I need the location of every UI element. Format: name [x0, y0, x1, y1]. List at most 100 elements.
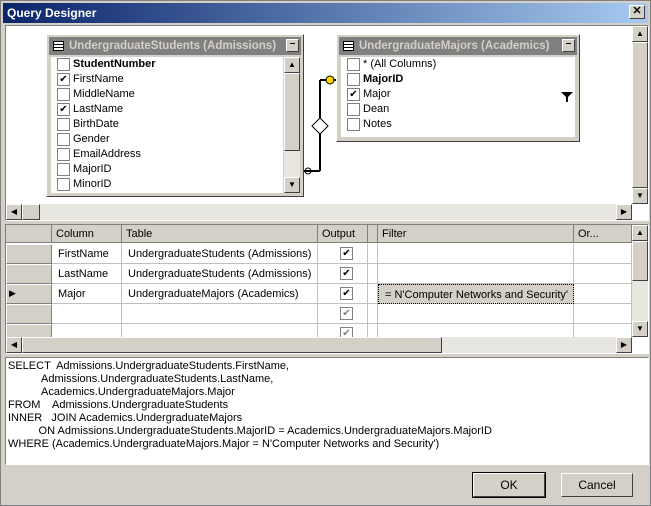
cancel-button[interactable]: Cancel — [561, 473, 633, 497]
column-checkbox[interactable] — [347, 118, 360, 131]
table-undergraduate-majors[interactable]: UndergraduateMajors (Academics) – * (All… — [336, 34, 580, 142]
output-checkbox[interactable] — [340, 247, 353, 260]
grid-hscrollbar[interactable]: ◀ ▶ — [6, 337, 632, 353]
scroll-up-button[interactable]: ▲ — [284, 57, 300, 73]
scroll-right-button[interactable]: ▶ — [616, 337, 632, 353]
column-header-output[interactable]: Output — [318, 225, 368, 243]
column-checkbox[interactable] — [57, 148, 70, 161]
diagram-pane[interactable]: UndergraduateStudents (Admissions) – Stu… — [5, 25, 649, 221]
scroll-down-button[interactable]: ▼ — [632, 188, 648, 204]
sql-pane[interactable]: SELECT Admissions.UndergraduateStudents.… — [5, 357, 649, 465]
cell-column[interactable]: FirstName — [52, 244, 122, 264]
cell-filter[interactable] — [378, 244, 574, 264]
grid-vscrollbar[interactable]: ▲ ▼ — [632, 225, 648, 337]
column-checkbox[interactable] — [57, 88, 70, 101]
row-header[interactable] — [6, 304, 52, 324]
sql-line: Academics.UndergraduateMajors.Major — [8, 386, 235, 398]
cell-table[interactable] — [122, 304, 318, 324]
column-checkbox[interactable] — [347, 58, 360, 71]
diagram-vscrollbar[interactable]: ▲ ▼ — [632, 26, 648, 204]
column-item[interactable]: MajorID — [51, 162, 283, 177]
column-header-filter[interactable]: Filter — [378, 225, 574, 243]
column-item[interactable]: MinorID — [51, 177, 283, 192]
scroll-thumb[interactable] — [22, 337, 442, 353]
join-line[interactable] — [302, 66, 338, 176]
cell-spacer — [368, 304, 378, 324]
scroll-left-button[interactable]: ◀ — [6, 204, 22, 220]
cell-output[interactable] — [318, 264, 368, 284]
column-item[interactable]: MajorID — [341, 72, 575, 87]
cell-filter[interactable] — [378, 264, 574, 284]
column-item[interactable]: Major — [341, 87, 575, 102]
column-item[interactable]: StudentNumber — [51, 57, 283, 72]
scroll-up-button[interactable]: ▲ — [632, 225, 648, 241]
column-header-spacer — [368, 225, 378, 243]
cell-output[interactable] — [318, 304, 368, 324]
table-undergraduate-students[interactable]: UndergraduateStudents (Admissions) – Stu… — [46, 34, 304, 197]
row-header[interactable]: ▶ — [6, 284, 52, 304]
column-checkbox[interactable] — [347, 103, 360, 116]
cell-output[interactable] — [318, 284, 368, 304]
column-item[interactable]: BirthDate — [51, 117, 283, 132]
cell-table[interactable]: UndergraduateStudents (Admissions) — [122, 264, 318, 284]
scroll-right-button[interactable]: ▶ — [616, 204, 632, 220]
scroll-down-button[interactable]: ▼ — [632, 321, 648, 337]
cell-or[interactable] — [574, 304, 632, 324]
criteria-grid[interactable]: Column Table Output Filter Or... FirstNa… — [5, 224, 649, 354]
close-button[interactable]: ✕ — [629, 5, 645, 19]
cell-or[interactable] — [574, 264, 632, 284]
column-item[interactable]: Dean — [341, 102, 575, 117]
column-header-column[interactable]: Column — [52, 225, 122, 243]
column-header-table[interactable]: Table — [122, 225, 318, 243]
scroll-thumb[interactable] — [632, 241, 648, 281]
cell-filter[interactable]: = N'Computer Networks and Security' — [378, 284, 574, 304]
column-checkbox[interactable] — [347, 73, 360, 86]
cell-table[interactable]: UndergraduateMajors (Academics) — [122, 284, 318, 304]
cell-column[interactable]: LastName — [52, 264, 122, 284]
column-checkbox[interactable] — [57, 103, 70, 116]
column-header-or[interactable]: Or... — [574, 225, 632, 243]
cell-spacer — [368, 284, 378, 304]
cell-table[interactable]: UndergraduateStudents (Admissions) — [122, 244, 318, 264]
cell-or[interactable] — [574, 284, 632, 304]
cell-column[interactable] — [52, 304, 122, 324]
column-checkbox[interactable] — [57, 163, 70, 176]
scroll-up-button[interactable]: ▲ — [632, 26, 648, 42]
scroll-thumb[interactable] — [632, 42, 648, 188]
row-header[interactable] — [6, 264, 52, 284]
sql-line: WHERE (Academics.UndergraduateMajors.Maj… — [8, 438, 440, 450]
column-checkbox[interactable] — [347, 88, 360, 101]
scroll-left-button[interactable]: ◀ — [6, 337, 22, 353]
column-label: LastName — [73, 103, 124, 115]
column-checkbox[interactable] — [57, 58, 70, 71]
column-item[interactable]: MiddleName — [51, 87, 283, 102]
cell-or[interactable] — [574, 244, 632, 264]
scroll-thumb[interactable] — [284, 73, 300, 151]
table-scrollbar[interactable]: ▲ ▼ — [284, 57, 300, 193]
column-item[interactable]: * (All Columns) — [341, 57, 575, 72]
column-item[interactable]: LastName — [51, 102, 283, 117]
minimize-button[interactable]: – — [562, 39, 575, 52]
column-checkbox[interactable] — [57, 133, 70, 146]
output-checkbox[interactable] — [340, 267, 353, 280]
scroll-thumb[interactable] — [22, 204, 40, 220]
ok-button[interactable]: OK — [472, 472, 546, 498]
scroll-down-button[interactable]: ▼ — [284, 177, 300, 193]
diagram-hscrollbar[interactable]: ◀ ▶ — [6, 204, 632, 220]
cell-column[interactable]: Major — [52, 284, 122, 304]
output-checkbox[interactable] — [340, 307, 353, 320]
column-checkbox[interactable] — [57, 73, 70, 86]
column-item[interactable]: EmailAddress — [51, 147, 283, 162]
column-checkbox[interactable] — [57, 178, 70, 191]
cell-filter[interactable] — [378, 304, 574, 324]
column-item[interactable]: Gender — [51, 132, 283, 147]
minimize-button[interactable]: – — [286, 39, 299, 52]
row-header[interactable] — [6, 244, 52, 264]
cell-output[interactable] — [318, 244, 368, 264]
table-title[interactable]: UndergraduateMajors (Academics) – — [339, 37, 577, 55]
column-item[interactable]: FirstName — [51, 72, 283, 87]
column-checkbox[interactable] — [57, 118, 70, 131]
table-title[interactable]: UndergraduateStudents (Admissions) – — [49, 37, 301, 55]
column-item[interactable]: Notes — [341, 117, 575, 132]
output-checkbox[interactable] — [340, 287, 353, 300]
